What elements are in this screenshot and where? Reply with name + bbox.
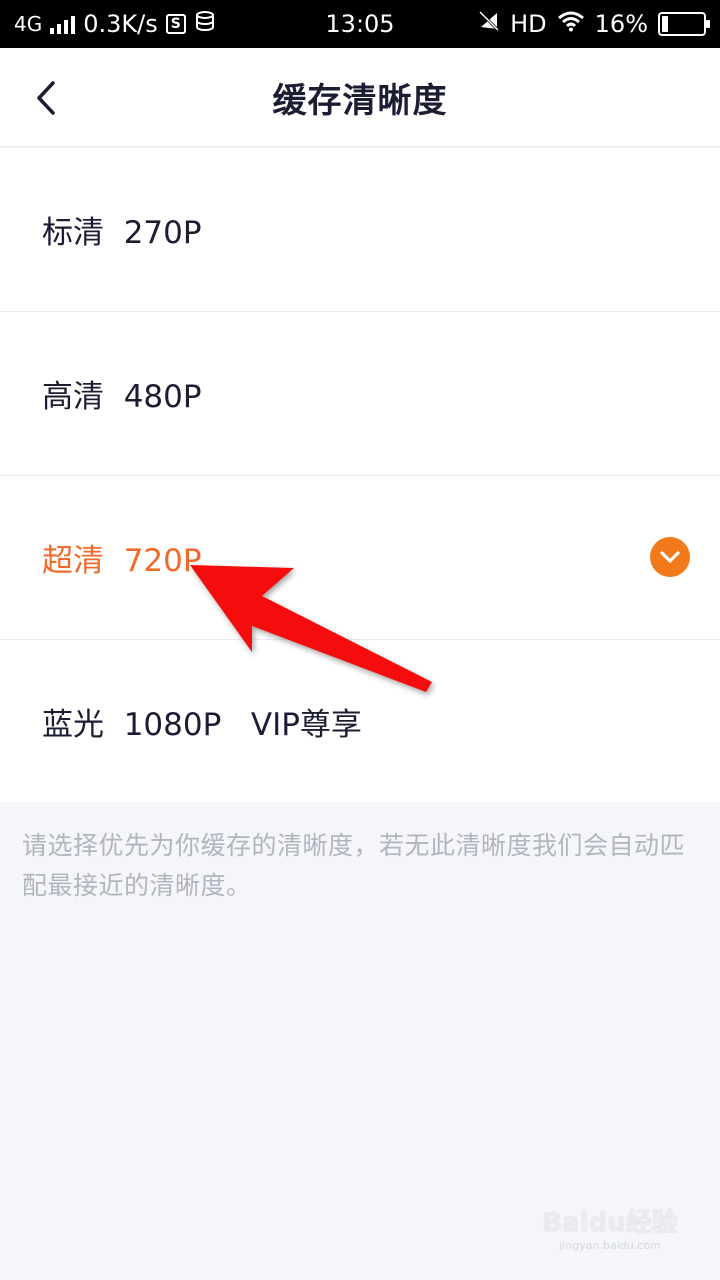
database-icon xyxy=(194,10,216,38)
quality-options-list: 标清 270P 高清 480P 超清 720P 蓝光 1080P VIP尊享 xyxy=(0,148,720,802)
page-title: 缓存清晰度 xyxy=(272,81,448,121)
status-right: HD 16% ⚡ xyxy=(478,0,710,48)
baidu-watermark: Baidu经验 jingyan.baidu.com xyxy=(540,1202,680,1262)
battery-percent: 16% xyxy=(594,10,648,38)
status-bar: 4G 0.3K/s S 13:05 HD 16% ⚡ xyxy=(0,0,720,48)
signal-icon xyxy=(50,14,76,34)
network-speed: 0.3K/s xyxy=(83,10,158,38)
option-720p[interactable]: 超清 720P xyxy=(0,476,720,640)
option-1080p[interactable]: 蓝光 1080P VIP尊享 xyxy=(0,640,720,802)
wifi-icon xyxy=(557,10,585,38)
nav-bar: 缓存清晰度 xyxy=(0,48,720,147)
option-270p[interactable]: 标清 270P xyxy=(0,148,720,312)
watermark-url: jingyan.baidu.com xyxy=(559,1239,661,1252)
option-label: 超清 720P xyxy=(42,543,202,579)
hd-indicator: HD xyxy=(510,10,547,38)
chevron-left-icon xyxy=(37,81,55,115)
watermark-brand: Baidu经验 xyxy=(542,1208,678,1238)
option-480p[interactable]: 高清 480P xyxy=(0,312,720,476)
screenshot-icon: S xyxy=(165,14,186,34)
mute-icon xyxy=(478,10,500,38)
battery-icon: ⚡ xyxy=(658,12,710,36)
option-label: 标清 270P xyxy=(42,215,202,251)
network-type: 4G xyxy=(14,12,43,36)
back-button[interactable] xyxy=(22,74,70,122)
hint-text: 请选择优先为你缓存的清晰度，若无此清晰度我们会自动匹配最接近的清晰度。 xyxy=(22,831,686,900)
option-label: 蓝光 1080P VIP尊享 xyxy=(42,706,362,743)
option-label: 高清 480P xyxy=(42,379,202,415)
charging-icon: ⚡ xyxy=(676,14,688,34)
status-left: 4G 0.3K/s S xyxy=(14,0,216,48)
check-icon xyxy=(650,537,690,577)
